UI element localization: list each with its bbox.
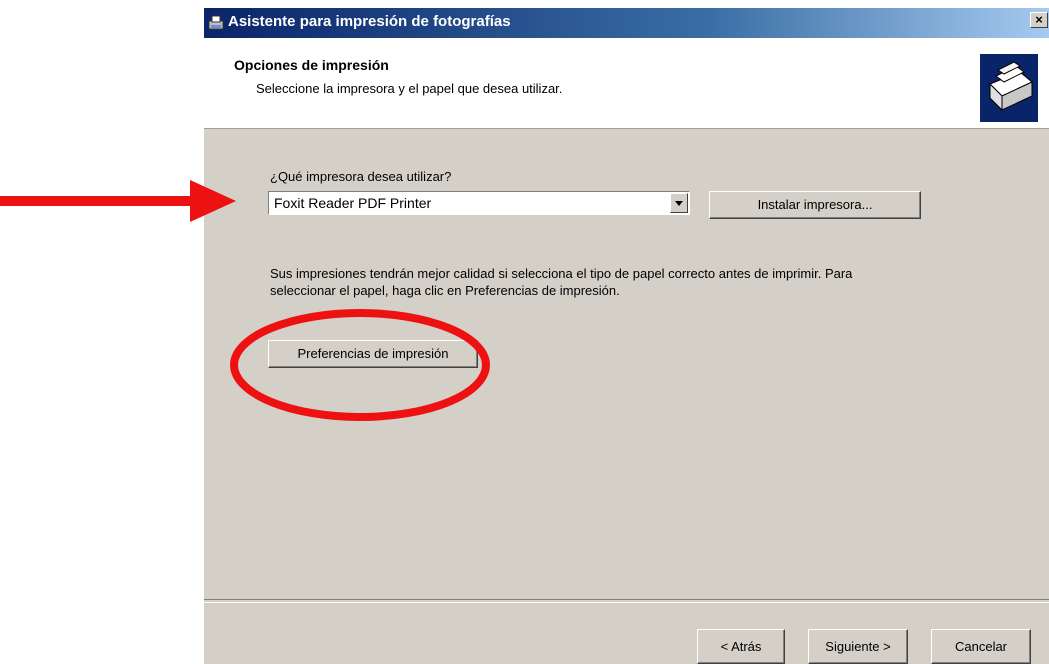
footer-divider: [204, 599, 1049, 603]
printer-select[interactable]: Foxit Reader PDF Printer: [268, 191, 690, 215]
chevron-down-icon: [675, 201, 683, 206]
install-printer-button[interactable]: Instalar impresora...: [709, 191, 921, 219]
wizard-body: ¿Qué impresora desea utilizar? Foxit Rea…: [204, 129, 1049, 599]
printer-question-label: ¿Qué impresora desea utilizar?: [270, 169, 452, 184]
red-arrow-annotation: [0, 180, 236, 222]
printer-photos-icon: [980, 54, 1038, 122]
window-title: Asistente para impresión de fotografías: [228, 13, 511, 30]
page-title: Opciones de impresión: [234, 57, 389, 73]
paper-info-text: Sus impresiones tendrán mejor calidad si…: [270, 266, 853, 298]
back-button[interactable]: < Atrás: [697, 629, 785, 664]
close-icon: ×: [1035, 12, 1043, 27]
cancel-button[interactable]: Cancelar: [931, 629, 1031, 664]
printer-wizard-icon: [208, 15, 224, 30]
page-subtitle: Seleccione la impresora y el papel que d…: [256, 81, 563, 96]
title-bar: Asistente para impresión de fotografías …: [204, 8, 1049, 38]
printer-selected-value: Foxit Reader PDF Printer: [274, 195, 432, 211]
wizard-header: Opciones de impresión Seleccione la impr…: [204, 38, 1049, 129]
close-button[interactable]: ×: [1030, 12, 1048, 28]
print-wizard-window: Asistente para impresión de fotografías …: [204, 8, 1049, 664]
next-button[interactable]: Siguiente >: [808, 629, 908, 664]
dropdown-button[interactable]: [670, 193, 688, 213]
print-preferences-button[interactable]: Preferencias de impresión: [268, 340, 478, 368]
